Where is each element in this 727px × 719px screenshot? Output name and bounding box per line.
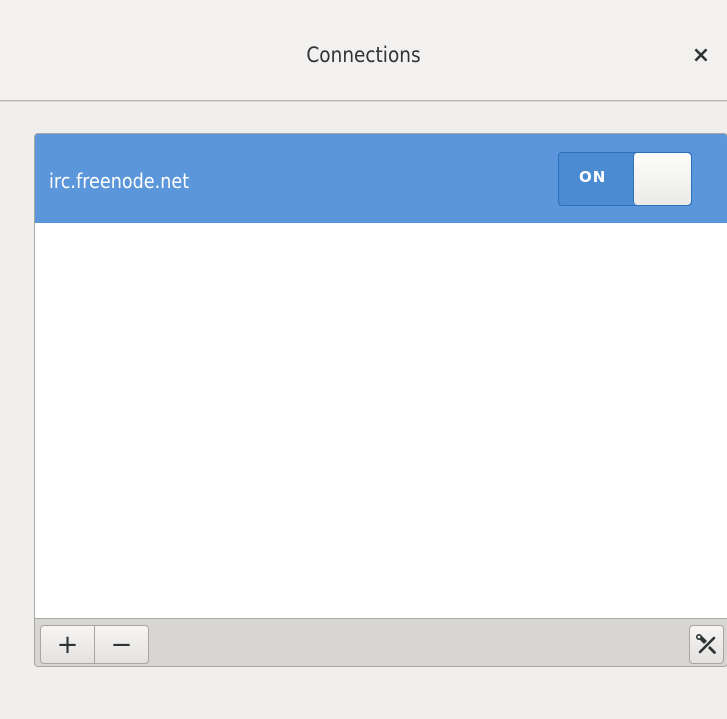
plus-icon: + <box>56 629 79 660</box>
switch-state-label: ON <box>579 168 607 186</box>
add-connection-button[interactable]: + <box>41 626 94 663</box>
header-bar: Connections × <box>0 0 727 101</box>
connection-properties-button[interactable] <box>689 625 724 664</box>
add-remove-group: + − <box>40 625 149 664</box>
connections-dialog: Connections × irc.freenode.net ON + − <box>0 0 727 719</box>
close-icon[interactable]: × <box>687 42 715 70</box>
minus-icon: − <box>110 629 133 660</box>
connection-name: irc.freenode.net <box>49 169 190 193</box>
tools-icon <box>695 633 716 654</box>
connections-list: irc.freenode.net ON + − <box>34 133 727 667</box>
switch-knob[interactable] <box>633 153 691 205</box>
remove-connection-button[interactable]: − <box>94 626 148 663</box>
connection-toggle-switch[interactable]: ON <box>558 152 692 206</box>
dialog-title: Connections <box>306 43 421 67</box>
list-toolbar: + − <box>35 618 727 666</box>
list-item-connection[interactable]: irc.freenode.net ON <box>35 134 727 223</box>
